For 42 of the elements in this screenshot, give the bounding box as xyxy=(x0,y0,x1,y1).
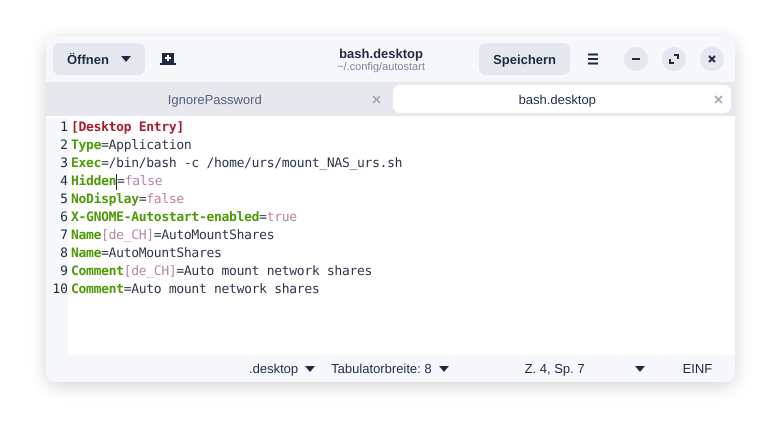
tab[interactable]: IgnorePassword xyxy=(50,85,388,113)
code-line: Exec=/bin/bash -c /home/urs/mount_NAS_urs.sh xyxy=(71,155,402,173)
menu-icon xyxy=(587,53,599,65)
code-line: X-GNOME-Autostart-enabled=true xyxy=(71,209,298,227)
close-icon xyxy=(707,54,717,64)
line-number: 10 xyxy=(52,281,68,299)
cursor-position-dropdown[interactable]: Z. 4, Sp. 7 xyxy=(516,361,653,376)
code-line: Type=Application xyxy=(71,137,192,155)
code-line: [Desktop Entry] xyxy=(71,119,185,137)
new-tab-icon xyxy=(160,52,176,66)
maximize-button[interactable] xyxy=(662,47,686,71)
line-number: 6 xyxy=(60,209,68,227)
code-line: Name=AutoMountShares xyxy=(71,245,223,263)
save-button[interactable]: Speichern xyxy=(479,43,570,75)
code-line: Comment[de_CH]=Auto mount network shares xyxy=(71,263,374,281)
line-number: 1 xyxy=(60,119,68,137)
window-title: bash.desktop xyxy=(339,46,423,60)
line-number: 8 xyxy=(60,245,68,263)
line-number: 5 xyxy=(60,191,68,209)
file-path: ~/.config/autostart xyxy=(337,60,425,72)
insert-mode: EINF xyxy=(682,361,714,376)
close-button[interactable] xyxy=(700,47,724,71)
code-line: Hidden=false xyxy=(71,173,164,191)
maximize-icon xyxy=(669,54,679,64)
line-number: 9 xyxy=(60,263,68,281)
language-dropdown[interactable]: .desktop xyxy=(241,361,324,376)
code-line: Name[de_CH]=AutoMountShares xyxy=(71,227,276,245)
line-number: 4 xyxy=(60,173,68,191)
caret-icon xyxy=(438,366,449,372)
line-number: 2 xyxy=(60,137,68,155)
code-line: NoDisplay=false xyxy=(71,191,185,209)
line-number: 3 xyxy=(60,155,68,173)
code-line: Comment=Auto mount network shares xyxy=(71,281,320,299)
caret-icon xyxy=(305,366,316,372)
caret-icon xyxy=(120,56,131,62)
minimize-button[interactable] xyxy=(624,47,648,71)
line-number: 7 xyxy=(60,227,68,245)
open-button[interactable]: Öffnen xyxy=(53,43,145,75)
tab[interactable]: bash.desktop xyxy=(392,85,731,113)
caret-icon xyxy=(634,366,645,372)
text-cursor xyxy=(116,174,118,190)
tab-width-dropdown[interactable]: Tabulatorbreite: 8 xyxy=(323,361,457,376)
